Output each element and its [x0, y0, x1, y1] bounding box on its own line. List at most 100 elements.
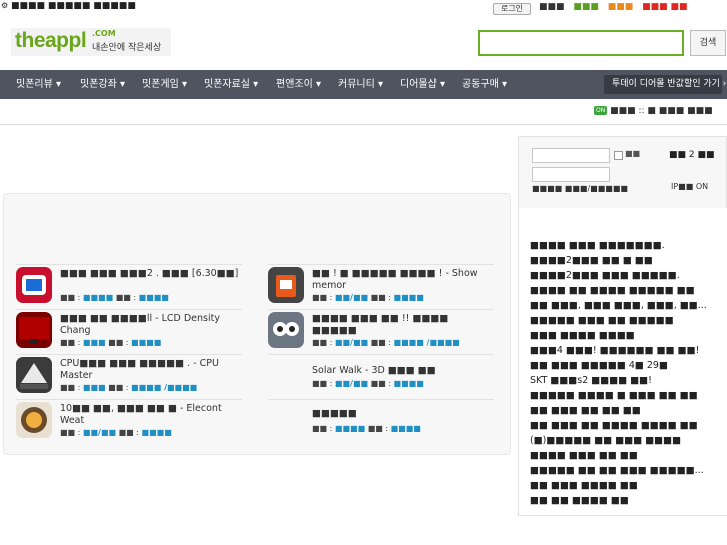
category-link[interactable]: ■■■■ [83, 293, 113, 302]
platform-link[interactable]: ■■■■ [391, 424, 421, 433]
headline-item[interactable]: (■)■■■■■ ■■ ■■■ ■■■■ [530, 435, 681, 447]
headline-item[interactable]: ■■ ■■■, ■■■ ■■■, ■■■, ■■... [530, 300, 707, 312]
app-title[interactable]: CPU■■■ ■■■ ■■■■■ . - CPU Master [60, 358, 242, 382]
app-icon [268, 267, 304, 303]
nav-item-2[interactable]: 밋폰강좌 ▾ [80, 70, 125, 99]
category-link[interactable]: ■■■ [83, 338, 106, 347]
category-link[interactable]: ■■/■■ [335, 379, 368, 388]
platform-link[interactable]: ■■■■ [142, 428, 172, 437]
meta-label: ■■ : [312, 338, 335, 347]
category-link[interactable]: ■■/■■ [335, 293, 368, 302]
join-links[interactable]: ■■■■ ■■■/■■■■■ [532, 184, 628, 193]
meta-label: ■■ : [60, 293, 83, 302]
list-item[interactable]: ■■■■ ■■■ ■■ !! ■■■■ ■■■■■ ■■ : ■■/■■ ■■ … [268, 309, 494, 355]
status-line: ON ■■■ :: ■ ■■■ ■■■ [594, 106, 713, 116]
app-title[interactable]: Solar Walk - 3D ■■■ ■■ [312, 365, 494, 377]
list-item[interactable]: ■■ ! ■ ■■■■■ ■■■■ ! - Show memor ■■ : ■■… [268, 264, 494, 310]
remember-label: ■■ [625, 149, 641, 158]
gear-icon: ⚙ [1, 1, 9, 10]
headline-item[interactable]: ■■■■ ■■■ ■■■■■■■. [530, 240, 665, 252]
nav-item-8[interactable]: 공동구매 ▾ [462, 70, 507, 99]
header: theappl .COM 내손안에 작은세상 검색 [0, 16, 727, 70]
platform-link[interactable]: ■■■■ [139, 293, 169, 302]
headline-item[interactable]: ■■■■■ ■■■■ ■ ■■■ ■■ ■■ [530, 390, 698, 402]
app-meta: ■■ : ■■■ ■■ : ■■■■ /■■■■ [60, 383, 197, 392]
top-notice[interactable]: ⚙ ■■■■ ■■■■■ ■■■■■ [1, 1, 136, 11]
platform-link[interactable]: ■■■■ [394, 293, 424, 302]
top-link-4[interactable]: ■■■ ■■ [642, 2, 687, 12]
nav-item-7[interactable]: 디어몰샵 ▾ [400, 70, 445, 99]
top-link-3[interactable]: ■■■ [608, 2, 634, 12]
id-field[interactable] [532, 148, 610, 163]
app-title[interactable]: ■■■■■ [312, 408, 494, 420]
headline-item[interactable]: ■■ ■■■ ■■ ■■ ■■ [530, 405, 641, 417]
status-text[interactable]: ■■■ :: ■ ■■■ ■■■ [610, 106, 713, 116]
site-logo[interactable]: theappl .COM 내손안에 작은세상 [11, 28, 171, 56]
platform-link[interactable]: ■■■■ [131, 338, 161, 347]
app-meta: ■■ : ■■■ ■■ : ■■■■ [60, 338, 161, 347]
app-meta: ■■ : ■■/■■ ■■ : ■■■■ /■■■■ [312, 338, 460, 347]
app-title[interactable]: ■■ ! ■ ■■■■■ ■■■■ ! - Show memor [312, 268, 494, 292]
headline-item[interactable]: ■■■ ■■■■ ■■■■ [530, 330, 635, 342]
logo-com: .COM [92, 29, 116, 38]
nav-item-4[interactable]: 밋폰자료실 ▾ [204, 70, 258, 99]
category-link[interactable]: ■■■ [83, 383, 106, 392]
logo-wordmark: theappl [15, 29, 87, 52]
login-submit-button[interactable]: ■■ 2 ■■ [669, 150, 714, 160]
list-item[interactable]: ■■■ ■■■ ■■■2 . ■■■ [6.30■■] ■■ : ■■■■ ■■… [16, 264, 242, 310]
headline-item[interactable]: ■■■■2■■■ ■■ ■ ■■ [530, 255, 653, 267]
headline-item[interactable]: ■■■■ ■■ ■■■■ ■■■■■ ■■ [530, 285, 695, 297]
headline-item[interactable]: ■■■■■ ■■ ■■ ■■■ ■■■■■... [530, 465, 704, 477]
top-link-2[interactable]: ■■■ [573, 2, 599, 12]
meta-label: ■■ : [312, 424, 335, 433]
headline-item[interactable]: ■■ ■■ ■■■■ ■■ [530, 495, 629, 507]
app-icon [268, 312, 304, 348]
platform-link[interactable]: ■■■■ [394, 379, 424, 388]
main-nav: 밋폰리뷰 ▾ 밋폰강좌 ▾ 밋폰게임 ▾ 밋폰자료실 ▾ 편앤조이 ▾ 커뮤니티… [0, 70, 727, 99]
nav-item-5[interactable]: 편앤조이 ▾ [276, 70, 321, 99]
headline-item[interactable]: ■■■■ ■■■ ■■ ■■ [530, 450, 638, 462]
list-item[interactable]: ■■■ ■■ ■■■■ll - LCD Density Chang ■■ : ■… [16, 309, 242, 355]
ip-security-toggle[interactable]: IP■■ ON [671, 182, 708, 191]
headline-item[interactable]: ■■■4 ■■■! ■■■■■■ ■■ ■■! [530, 345, 699, 357]
headline-item[interactable]: ■■ ■■■ ■■ ■■■■ ■■■■ ■■ [530, 420, 698, 432]
headline-list: ■■■■ ■■■ ■■■■■■■. ■■■■2■■■ ■■ ■ ■■ ■■■■2… [518, 208, 727, 516]
list-item[interactable]: ■■■■■ ■■ : ■■■■ ■■ : ■■■■ [268, 399, 494, 445]
headline-item[interactable]: ■■■■2■■■ ■■■ ■■■■■. [530, 270, 680, 282]
category-link[interactable]: ■■/■■ [83, 428, 116, 437]
top-link-1[interactable]: ■■■ [539, 2, 565, 12]
list-item[interactable]: CPU■■■ ■■■ ■■■■■ . - CPU Master ■■ : ■■■… [16, 354, 242, 400]
app-title[interactable]: ■■■■ ■■■ ■■ !! ■■■■ ■■■■■ [312, 313, 494, 337]
headline-item[interactable]: ■■ ■■■ ■■■■ ■■ [530, 480, 638, 492]
category-link[interactable]: ■■■■ [335, 424, 365, 433]
meta-label: ■■ : [367, 424, 391, 433]
platform-link[interactable]: ■■■■ /■■■■ [394, 338, 460, 347]
status-badge: ON [594, 106, 608, 115]
headline-item[interactable]: ■■ ■■■ ■■■■■ 4■ 29■ [530, 360, 668, 372]
category-link[interactable]: ■■/■■ [335, 338, 368, 347]
password-field[interactable] [532, 167, 610, 182]
promo-button[interactable]: 투데이 디어몰 반값할인 가기 › [604, 75, 726, 94]
nav-item-6[interactable]: 커뮤니티 ▾ [338, 70, 383, 99]
meta-label: ■■ : [60, 383, 83, 392]
login-button[interactable]: 로그인 [493, 3, 531, 15]
nav-item-3[interactable]: 밋폰게임 ▾ [142, 70, 187, 99]
app-title[interactable]: ■■■ ■■ ■■■■ll - LCD Density Chang [60, 313, 242, 337]
remember-checkbox[interactable] [614, 151, 623, 160]
app-title[interactable]: 10■■ ■■, ■■■ ■■ ■ - Elecont Weat [60, 403, 242, 427]
login-panel: ■■ ■■ 2 ■■ ■■■■ ■■■/■■■■■ IP■■ ON [518, 136, 727, 210]
divider [0, 124, 727, 125]
meta-label: ■■ : [312, 379, 335, 388]
list-item[interactable]: Solar Walk - 3D ■■■ ■■ ■■ : ■■/■■ ■■ : ■… [268, 354, 494, 400]
meta-label: ■■ : [370, 379, 394, 388]
nav-item-1[interactable]: 밋폰리뷰 ▾ [16, 70, 61, 99]
app-title[interactable]: ■■■ ■■■ ■■■2 . ■■■ [6.30■■] [60, 268, 242, 280]
search-input[interactable] [478, 30, 684, 56]
meta-label: ■■ : [60, 428, 83, 437]
search-button[interactable]: 검색 [690, 30, 726, 56]
headline-item[interactable]: ■■■■■ ■■■ ■■ ■■■■■ [530, 315, 674, 327]
top-notice-text: ■■■■ ■■■■■ ■■■■■ [11, 1, 136, 11]
headline-item[interactable]: SKT ■■■s2 ■■■■ ■■! [530, 375, 652, 387]
platform-link[interactable]: ■■■■ /■■■■ [131, 383, 197, 392]
list-item[interactable]: 10■■ ■■, ■■■ ■■ ■ - Elecont Weat ■■ : ■■… [16, 399, 242, 445]
